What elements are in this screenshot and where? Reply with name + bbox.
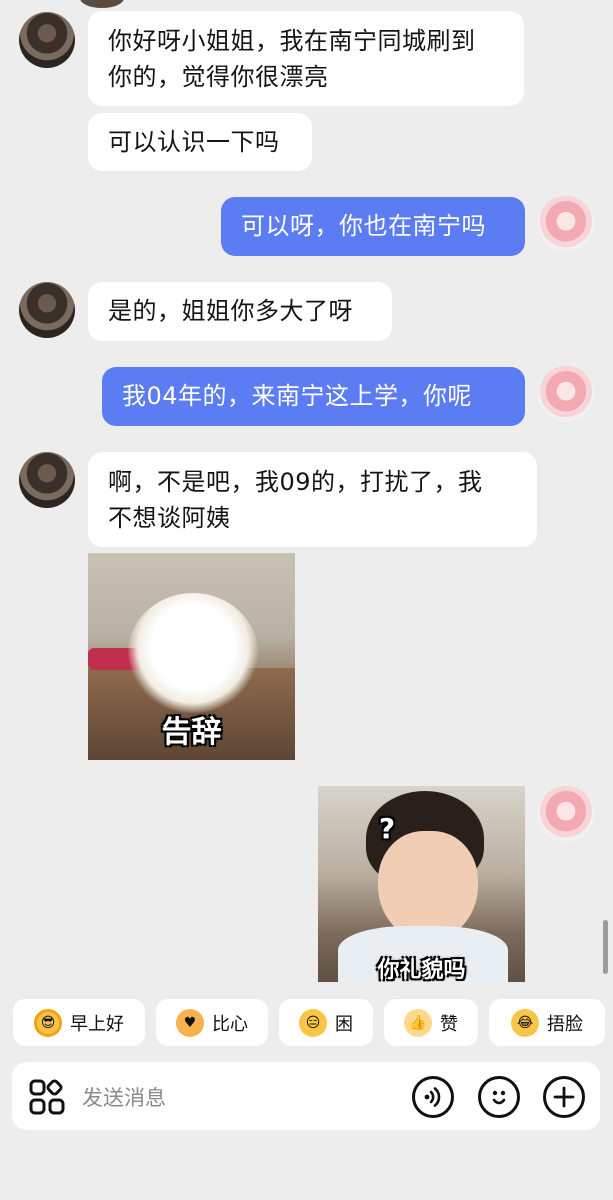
emoji-icon[interactable]	[478, 1076, 520, 1118]
sun-face-icon: 😎	[34, 1008, 62, 1037]
facepalm-icon: 😂	[511, 1008, 539, 1037]
quick-reply-like[interactable]: 👍 赞	[384, 999, 478, 1046]
quick-reply-label: 比心	[212, 1013, 248, 1035]
kid-face	[378, 831, 478, 941]
quick-reply-facepalm[interactable]: 😂 捂脸	[489, 999, 605, 1046]
plus-icon[interactable]	[543, 1076, 585, 1118]
message-input[interactable]: 发送消息	[82, 1082, 166, 1112]
message-input-bar: 发送消息	[12, 1062, 600, 1130]
partial-avatar	[80, 0, 124, 8]
message-text: 可以认识一下吗	[108, 128, 280, 156]
message-bubble-incoming[interactable]: 可以认识一下吗	[88, 113, 312, 171]
thumbs-up-icon: 👍	[404, 1008, 432, 1037]
avatar[interactable]	[19, 452, 75, 508]
quick-reply-label: 赞	[440, 1013, 458, 1035]
sticker-caption: 你礼貌吗	[377, 958, 466, 982]
quick-reply-label: 早上好	[70, 1013, 124, 1035]
message-text: 是的，姐姐你多大了呀	[108, 297, 353, 325]
sticker-puzzled[interactable]: ? 你礼貌吗	[318, 786, 525, 982]
avatar[interactable]	[19, 282, 75, 338]
quick-reply-heart[interactable]: ♥ 比心	[156, 999, 268, 1046]
avatar[interactable]	[538, 366, 594, 422]
quick-reply-label: 捂脸	[547, 1013, 583, 1035]
avatar[interactable]	[538, 196, 594, 252]
message-bubble-incoming[interactable]: 啊，不是吧，我09的，打扰了，我 不想谈阿姨	[88, 452, 537, 547]
sticker-farewell[interactable]: 告辞	[88, 553, 295, 760]
message-bubble-outgoing[interactable]: 我04年的，来南宁这上学，你呢	[102, 367, 525, 426]
message-text: 你好呀小姐姐，我在南宁同城刷到	[108, 27, 476, 55]
message-bubble-incoming[interactable]: 是的，姐姐你多大了呀	[88, 282, 392, 341]
avatar[interactable]	[19, 12, 75, 68]
message-text: 可以呀，你也在南宁吗	[241, 212, 486, 240]
scrollbar[interactable]	[603, 920, 608, 974]
message-text: 我04年的，来南宁这上学，你呢	[122, 382, 473, 410]
message-bubble-incoming[interactable]: 你好呀小姐姐，我在南宁同城刷到 你的，觉得你很漂亮	[88, 11, 524, 106]
message-bubble-outgoing[interactable]: 可以呀，你也在南宁吗	[221, 197, 525, 256]
sticker-caption: 告辞	[161, 715, 222, 750]
heart-hands-icon: ♥	[176, 1008, 204, 1037]
quick-reply-label: 困	[335, 1013, 353, 1035]
quick-reply-sleepy[interactable]: 😑 困	[279, 999, 373, 1046]
avatar[interactable]	[538, 786, 594, 842]
message-text: 啊，不是吧，我09的，打扰了，我	[108, 468, 483, 496]
puppy-illustration	[128, 593, 258, 713]
message-text: 你的，觉得你很漂亮	[108, 63, 329, 91]
sleepy-face-icon: 😑	[299, 1008, 327, 1037]
question-mark: ?	[378, 812, 396, 845]
message-text: 不想谈阿姨	[108, 504, 231, 532]
apps-icon[interactable]	[28, 1078, 66, 1116]
quick-reply-good-morning[interactable]: 😎 早上好	[13, 999, 145, 1046]
voice-icon[interactable]	[412, 1076, 454, 1118]
